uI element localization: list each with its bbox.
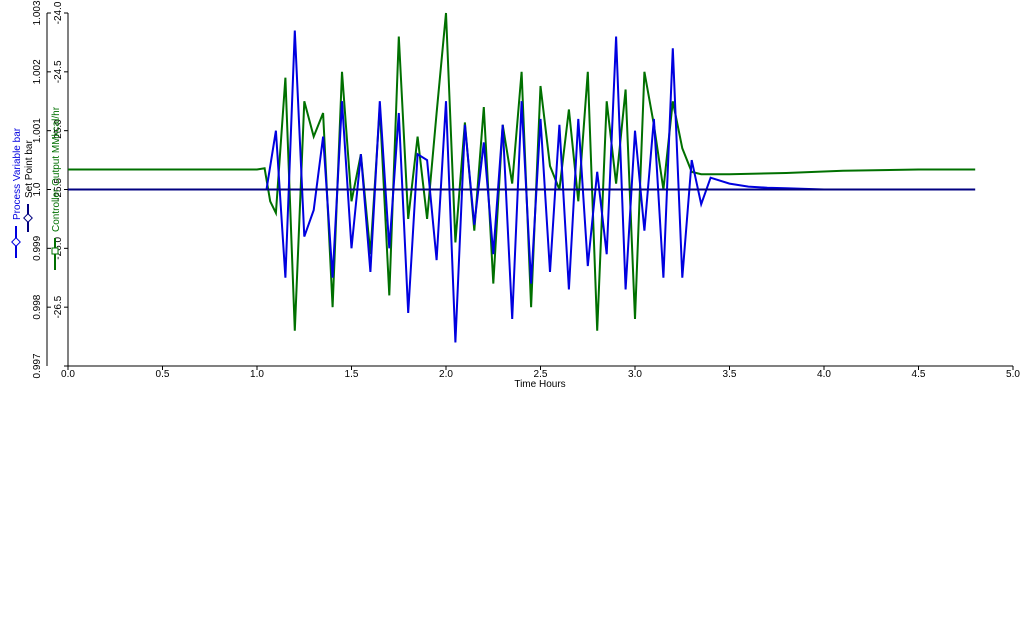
y-left-tick-label: 0.999 xyxy=(32,235,43,260)
y-left-tick-label: 0.998 xyxy=(32,294,43,319)
legend-marker-diamond-icon xyxy=(11,237,21,247)
legend-label-controller-output: Controller Output MMkcal/hr xyxy=(51,106,62,232)
y-right-tick-label: -24.0 xyxy=(53,1,64,24)
x-tick-label: 0.0 xyxy=(61,369,75,380)
legend-marker-square-icon xyxy=(51,247,59,255)
x-tick-label: 3.0 xyxy=(628,369,642,380)
legend-item-set-point: Set Point bar xyxy=(23,140,35,232)
x-tick-label: 5.0 xyxy=(1006,369,1020,380)
x-axis-ticks: 0.0 0.5 1.0 1.5 2.0 2.5 3.0 3.5 4.0 4.5 5.0 xyxy=(61,366,1020,380)
y-left-tick-label: 1.002 xyxy=(32,59,43,84)
legend-item-process-variable: Process Variable bar xyxy=(11,127,23,258)
legend-label-set-point: Set Point bar xyxy=(24,140,35,198)
y-left-tick-label: 0.997 xyxy=(32,353,43,378)
x-tick-label: 0.5 xyxy=(156,369,170,380)
x-tick-label: 1.0 xyxy=(250,369,264,380)
line-chart: 0.0 0.5 1.0 1.5 2.0 2.5 3.0 3.5 4.0 4.5 5.0 0.9970… xyxy=(11,0,1020,390)
x-tick-label: 2.0 xyxy=(439,369,453,380)
x-tick-label: 4.5 xyxy=(912,369,926,380)
legend-marker-diamond-icon xyxy=(23,213,33,223)
x-axis-title: Time Hours xyxy=(514,379,565,390)
x-tick-label: 1.5 xyxy=(345,369,359,380)
x-tick-label: 3.5 xyxy=(723,369,737,380)
x-tick-label: 4.0 xyxy=(817,369,831,380)
legend-label-process-variable: Process Variable bar xyxy=(12,127,23,220)
y-right-tick-label: -26.5 xyxy=(53,295,64,318)
y-left-tick-label: 1.003 xyxy=(32,0,43,25)
y-left-tick-label: 1.001 xyxy=(32,118,43,143)
y-right-tick-label: -24.5 xyxy=(53,60,64,83)
